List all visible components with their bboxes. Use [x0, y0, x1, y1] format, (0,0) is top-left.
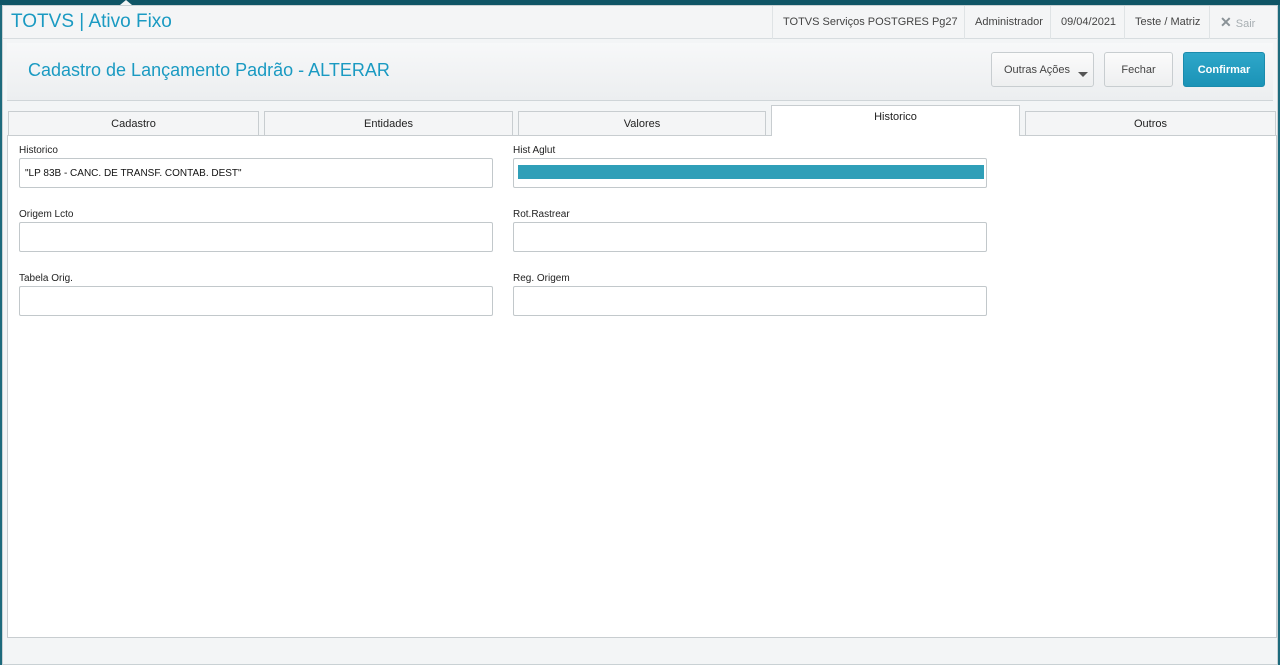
close-x-icon: ✕ — [1220, 14, 1232, 30]
rot-rastrear-input[interactable] — [513, 222, 987, 252]
chevron-down-icon — [1078, 72, 1088, 77]
confirm-button[interactable]: Confirmar — [1183, 52, 1265, 87]
app-header: TOTVS | Ativo Fixo TOTVS Serviços POSTGR… — [3, 6, 1277, 39]
historico-input[interactable] — [19, 158, 493, 188]
other-actions-label: Outras Ações — [1004, 63, 1071, 76]
user-label: Administrador — [964, 6, 1050, 39]
branch-label: Teste / Matriz — [1124, 6, 1209, 39]
tab-valores[interactable]: Valores — [518, 111, 766, 136]
exit-label: Sair — [1235, 18, 1256, 30]
tab-bar: Cadastro Entidades Valores Historico Out… — [7, 105, 1277, 136]
date-label: 09/04/2021 — [1050, 6, 1124, 39]
tab-cadastro[interactable]: Cadastro — [8, 111, 259, 136]
reg-origem-input[interactable] — [513, 286, 987, 316]
rot-rastrear-label: Rot.Rastrear — [513, 209, 570, 220]
tab-entidades[interactable]: Entidades — [264, 111, 513, 136]
hist-aglut-label: Hist Aglut — [513, 145, 556, 156]
origem-lcto-label: Origem Lcto — [19, 209, 74, 220]
tab-historico-label: Historico — [874, 111, 917, 123]
environment-label: TOTVS Serviços POSTGRES Pg27 — [772, 6, 964, 39]
tabela-orig-input[interactable] — [19, 286, 493, 316]
app-window: TOTVS | Ativo Fixo TOTVS Serviços POSTGR… — [2, 5, 1278, 665]
hist-aglut-input[interactable] — [513, 158, 987, 188]
other-actions-button[interactable]: Outras Ações — [991, 52, 1094, 87]
title-bar: Cadastro de Lançamento Padrão - ALTERAR … — [7, 43, 1273, 101]
exit-button[interactable]: ✕ Sair — [1209, 6, 1273, 39]
app-title: TOTVS | Ativo Fixo — [11, 11, 172, 32]
page-title: Cadastro de Lançamento Padrão - ALTERAR — [28, 60, 390, 80]
tab-outros[interactable]: Outros — [1025, 111, 1276, 136]
tab-historico[interactable]: Historico — [771, 105, 1020, 136]
close-button[interactable]: Fechar — [1104, 52, 1173, 87]
historico-label: Historico — [19, 145, 58, 156]
origem-lcto-input[interactable] — [19, 222, 493, 252]
tabela-orig-label: Tabela Orig. — [19, 273, 73, 284]
form-panel: Historico Hist Aglut Origem Lcto Rot.Ras… — [7, 135, 1277, 638]
header-info: TOTVS Serviços POSTGRES Pg27 Administrad… — [772, 6, 1273, 39]
reg-origem-label: Reg. Origem — [513, 273, 570, 284]
